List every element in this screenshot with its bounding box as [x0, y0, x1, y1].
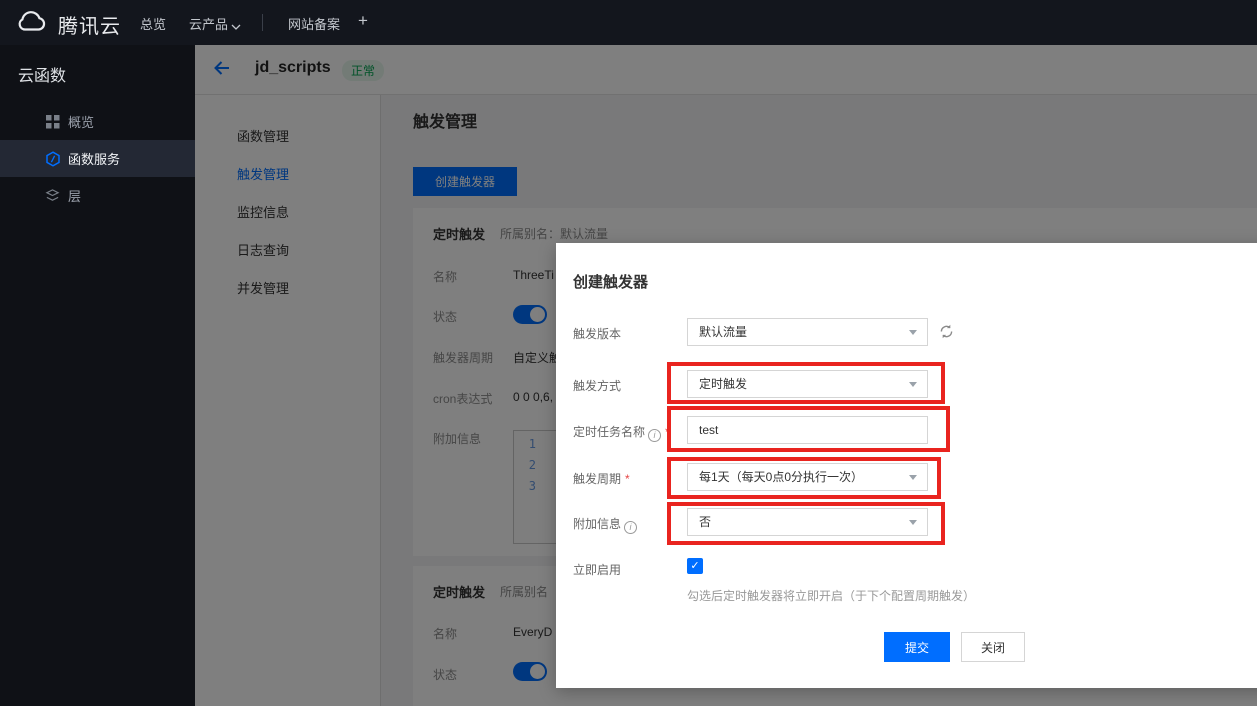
- sidebar-item-label: 概览: [68, 112, 94, 131]
- label-text: 触发周期: [573, 472, 621, 486]
- create-trigger-modal: 创建触发器 触发版本 默认流量 触发方式 定时触发 定时任务名称i* 触发周期*…: [556, 243, 1257, 688]
- info-icon[interactable]: i: [624, 521, 637, 534]
- label-text: 定时任务名称: [573, 425, 645, 439]
- task-name-input[interactable]: [687, 416, 928, 444]
- chevron-down-icon: [231, 18, 241, 33]
- chevron-down-icon: [909, 475, 917, 480]
- chevron-down-icon: [909, 520, 917, 525]
- product-title: 云函数: [18, 62, 66, 86]
- sidebar-item-label: 层: [68, 186, 81, 205]
- field-label-trigger-cycle: 触发周期 *: [573, 470, 630, 487]
- nav-item-icp-filing[interactable]: 网站备案: [288, 14, 340, 33]
- sidebar-item-function-service[interactable]: 函数服务: [0, 140, 195, 177]
- sidebar-item-overview[interactable]: 概览: [0, 103, 195, 140]
- extra-info-select[interactable]: 否: [687, 508, 928, 536]
- nav-item-overview[interactable]: 总览: [140, 14, 166, 33]
- trigger-method-select[interactable]: 定时触发: [687, 370, 928, 398]
- grid-icon: [45, 114, 61, 130]
- left-sidebar: 云函数 概览 函数服务 层: [0, 45, 195, 706]
- chevron-down-icon: [909, 330, 917, 335]
- trigger-version-select[interactable]: 默认流量: [687, 318, 928, 346]
- brand-name: 腾讯云: [58, 10, 121, 39]
- close-button[interactable]: 关闭: [961, 632, 1025, 662]
- nav-divider: [262, 14, 263, 31]
- top-nav: 腾讯云 总览 云产品 网站备案 +: [0, 0, 1257, 45]
- select-value: 定时触发: [699, 377, 747, 391]
- select-value: 每1天（每天0点0分执行一次）: [699, 470, 863, 484]
- sidebar-item-layers[interactable]: 层: [0, 177, 195, 214]
- field-label-task-name: 定时任务名称i *: [573, 423, 670, 442]
- cloud-logo-icon: [15, 10, 49, 39]
- chevron-down-icon: [909, 382, 917, 387]
- field-label-extra-info: 附加信息i: [573, 515, 637, 534]
- nav-item-cloud-products[interactable]: 云产品: [189, 14, 228, 33]
- refresh-icon[interactable]: [938, 323, 955, 345]
- submit-button[interactable]: 提交: [884, 632, 950, 662]
- modal-title: 创建触发器: [573, 271, 648, 292]
- trigger-cycle-select[interactable]: 每1天（每天0点0分执行一次）: [687, 463, 928, 491]
- info-icon[interactable]: i: [648, 429, 661, 442]
- field-label-trigger-method: 触发方式: [573, 377, 621, 394]
- select-value: 默认流量: [699, 325, 747, 339]
- select-value: 否: [699, 515, 711, 529]
- tencent-cloud-logo[interactable]: 腾讯云: [15, 10, 121, 39]
- layers-icon: [45, 188, 61, 204]
- enable-helper-text: 勾选后定时触发器将立即开启（于下个配置周期触发）: [687, 587, 975, 604]
- field-label-enable-now: 立即启用: [573, 561, 621, 578]
- required-asterisk: *: [625, 472, 630, 486]
- nav-add-tab-button[interactable]: +: [358, 11, 368, 31]
- field-label-trigger-version: 触发版本: [573, 325, 621, 342]
- enable-now-checkbox[interactable]: ✓: [687, 558, 703, 574]
- sidebar-item-label: 函数服务: [68, 149, 120, 168]
- function-hexagon-icon: [45, 151, 61, 167]
- required-asterisk: *: [665, 425, 670, 439]
- label-text: 附加信息: [573, 517, 621, 531]
